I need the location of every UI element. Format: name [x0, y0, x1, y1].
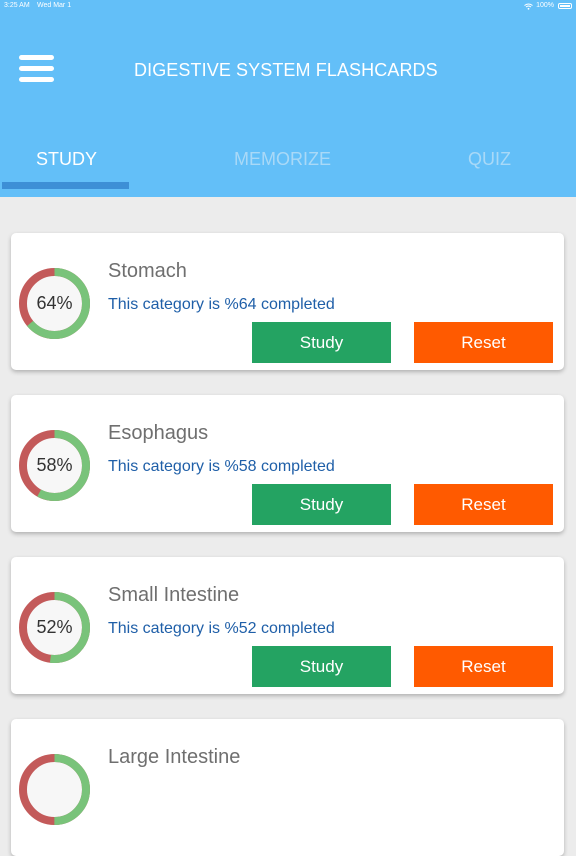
study-button[interactable]: Study: [252, 484, 391, 525]
tab-study[interactable]: STUDY: [36, 148, 97, 170]
category-title: Esophagus: [108, 422, 209, 444]
category-card-large-intestine: Large Intestine: [11, 719, 564, 856]
category-title: Small Intestine: [108, 584, 240, 606]
active-tab-indicator: [2, 182, 129, 189]
page-title: DIGESTIVE SYSTEM FLASHCARDS: [134, 60, 438, 80]
completion-status: This category is %52 completed: [108, 620, 335, 637]
status-time: 3:25 AM: [4, 2, 30, 9]
category-card-stomach: 64% Stomach This category is %64 complet…: [11, 233, 564, 370]
reset-button[interactable]: Reset: [414, 322, 553, 363]
progress-percent: 58%: [36, 455, 73, 475]
completion-status: This category is %64 completed: [108, 296, 335, 313]
reset-button[interactable]: Reset: [414, 646, 553, 687]
wifi-icon: [524, 3, 533, 10]
progress-percent: 52%: [36, 617, 73, 637]
category-card-esophagus: 58% Esophagus This category is %58 compl…: [11, 395, 564, 532]
status-date: Wed Mar 1: [37, 2, 72, 9]
hamburger-menu-icon[interactable]: [19, 55, 54, 82]
study-button[interactable]: Study: [252, 322, 391, 363]
status-bar: 3:25 AM Wed Mar 1 100%: [0, 0, 576, 14]
reset-button[interactable]: Reset: [414, 484, 553, 525]
battery-icon: [558, 3, 572, 9]
category-card-small-intestine: 52% Small Intestine This category is %52…: [11, 557, 564, 694]
progress-ring: [19, 754, 90, 825]
app-header: 3:25 AM Wed Mar 1 100% DIGESTIVE SYSTEM …: [0, 0, 576, 197]
category-title: Large Intestine: [108, 746, 241, 768]
tab-quiz[interactable]: QUIZ: [468, 148, 511, 170]
tab-memorize[interactable]: MEMORIZE: [234, 148, 331, 170]
battery-percent: 100%: [536, 2, 554, 9]
progress-percent: 64%: [36, 293, 73, 313]
category-title: Stomach: [108, 260, 187, 282]
completion-status: This category is %58 completed: [108, 458, 335, 475]
status-indicators: 100%: [524, 0, 572, 12]
study-button[interactable]: Study: [252, 646, 391, 687]
